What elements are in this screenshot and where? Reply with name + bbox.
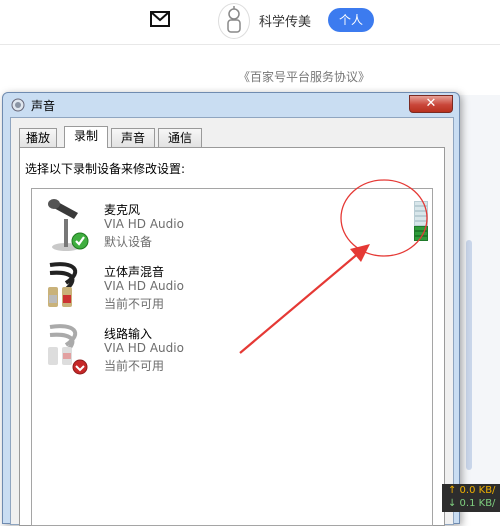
device-name: 麦克风 [104,203,141,217]
mail-icon[interactable] [150,11,170,27]
stereo-cable-icon [48,262,78,307]
device-microphone[interactable]: 麦克风 VIA HD Audio 默认设备 [32,195,430,257]
background-scrollbar[interactable] [466,240,472,470]
upload-speed: ↑ 0.0 KB/ [448,485,496,496]
dialog-client: 播放 录制 声音 通信 选择以下录制设备来修改设置: 麦克风 VIA HD Au… [10,117,454,526]
network-monitor: ↑ 0.0 KB/ ↓ 0.1 KB/ [442,484,500,512]
personal-button[interactable]: 个人 [328,8,374,32]
download-speed: ↓ 0.1 KB/ [448,498,496,509]
line-in-cable-icon [48,324,88,375]
speaker-icon [11,98,25,112]
device-status: 当前不可用 [104,359,165,373]
tab-recording[interactable]: 录制 [64,126,108,148]
microphone-icon [48,199,89,251]
level-segment [414,236,428,241]
device-line-in[interactable]: 线路输入 VIA HD Audio 当前不可用 [32,319,430,381]
tab-sounds[interactable]: 声音 [111,128,155,147]
close-button[interactable]: ✕ [409,95,453,113]
service-agreement-link[interactable]: 《百家号平台服务协议》 [238,68,370,85]
device-driver: VIA HD Audio [104,279,184,293]
site-header: 科学传美 个人 [0,0,500,45]
instruction-text: 选择以下录制设备来修改设置: [25,162,186,176]
avatar[interactable] [218,3,250,39]
level-meter [414,201,428,241]
device-name: 线路输入 [104,327,153,341]
tab-playback[interactable]: 播放 [19,128,57,147]
username[interactable]: 科学传美 [259,11,311,30]
disconnected-badge-icon [72,359,88,375]
device-status: 当前不可用 [104,297,165,311]
device-list: 麦克风 VIA HD Audio 默认设备 立体声混音 VIA HD Audio… [31,188,433,526]
device-status: 默认设备 [104,235,153,249]
dialog-title: 声音 [31,99,56,113]
tab-communications[interactable]: 通信 [158,128,202,147]
dialog-titlebar[interactable]: 声音 ✕ [3,93,459,117]
device-driver: VIA HD Audio [104,341,184,355]
device-driver: VIA HD Audio [104,217,184,231]
sound-dialog: 声音 ✕ 播放 录制 声音 通信 选择以下录制设备来修改设置: 麦克风 VIA … [2,92,460,526]
background-scroll-area [458,95,500,512]
device-name: 立体声混音 [104,265,165,279]
avatar-robot-icon [227,6,241,33]
device-stereo-mix[interactable]: 立体声混音 VIA HD Audio 当前不可用 [32,257,430,319]
